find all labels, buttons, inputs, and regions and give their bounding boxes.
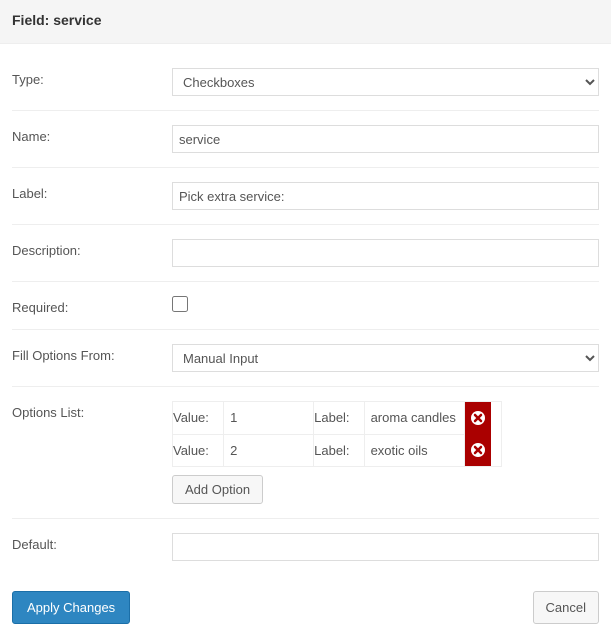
panel-footer: Apply Changes Cancel (0, 575, 611, 644)
type-label: Type: (12, 68, 172, 87)
label-label: Label: (12, 182, 172, 201)
type-select[interactable]: Checkboxes (172, 68, 599, 96)
name-input[interactable] (172, 125, 599, 153)
name-label: Name: (12, 125, 172, 144)
option-value-label: Value: (173, 434, 224, 467)
row-fill: Fill Options From: Manual Input (12, 330, 599, 387)
default-input[interactable] (172, 533, 599, 561)
label-input[interactable] (172, 182, 599, 210)
field-form: Type: Checkboxes Name: Label: Descriptio… (0, 44, 611, 575)
option-value-input[interactable] (224, 435, 313, 465)
description-label: Description: (12, 239, 172, 258)
row-required: Required: (12, 282, 599, 330)
option-row: Value: Label: (173, 434, 502, 467)
row-description: Description: (12, 225, 599, 282)
default-label: Default: (12, 533, 172, 552)
remove-option-button[interactable] (465, 434, 491, 466)
row-label: Label: (12, 168, 599, 225)
description-input[interactable] (172, 239, 599, 267)
remove-circle-icon (470, 410, 486, 426)
options-table: Value: Label: Value: Label: (172, 401, 502, 467)
fill-label: Fill Options From: (12, 344, 172, 363)
row-default: Default: (12, 519, 599, 575)
row-name: Name: (12, 111, 599, 168)
required-checkbox[interactable] (172, 296, 188, 312)
option-label-input[interactable] (365, 435, 464, 465)
option-row: Value: Label: (173, 402, 502, 435)
option-label-label: Label: (314, 402, 364, 435)
option-label-label: Label: (314, 434, 364, 467)
add-option-button[interactable]: Add Option (172, 475, 263, 504)
panel-title: Field: service (12, 12, 599, 28)
required-label: Required: (12, 296, 172, 315)
remove-circle-icon (470, 442, 486, 458)
cancel-button[interactable]: Cancel (533, 591, 599, 624)
option-value-input[interactable] (224, 403, 313, 433)
row-options: Options List: Value: Label: Value: Label… (12, 387, 599, 519)
remove-option-button[interactable] (465, 402, 491, 434)
panel-header: Field: service (0, 0, 611, 44)
option-label-input[interactable] (365, 403, 464, 433)
row-type: Type: Checkboxes (12, 54, 599, 111)
options-label: Options List: (12, 401, 172, 420)
apply-button[interactable]: Apply Changes (12, 591, 130, 624)
fill-select[interactable]: Manual Input (172, 344, 599, 372)
option-value-label: Value: (173, 402, 224, 435)
